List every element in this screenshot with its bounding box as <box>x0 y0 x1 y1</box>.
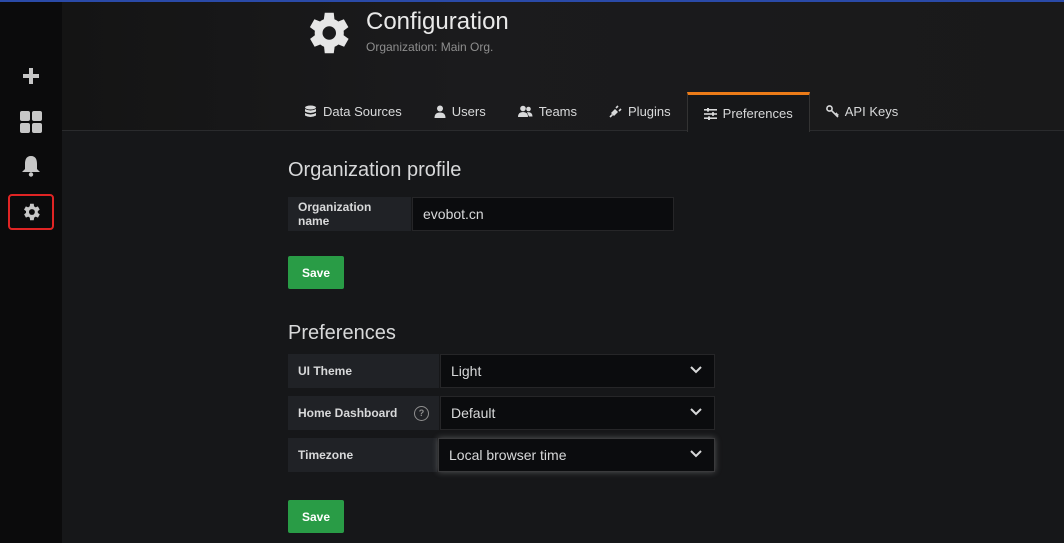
gear-icon <box>24 203 40 221</box>
home-dashboard-label-cell: Home Dashboard ? <box>288 396 440 430</box>
page-header: Configuration Organization: Main Org. Da… <box>62 2 1064 132</box>
tab-preferences[interactable]: Preferences <box>686 92 810 132</box>
home-dashboard-select[interactable]: Default <box>440 396 715 430</box>
plus-icon <box>23 68 39 84</box>
configuration-button[interactable] <box>8 194 54 230</box>
org-name-row: Organization name evobot.cn <box>288 197 674 231</box>
timezone-select[interactable]: Local browser time <box>438 438 715 472</box>
user-icon <box>434 105 446 118</box>
tab-plugins[interactable]: Plugins <box>593 91 687 131</box>
create-button[interactable] <box>8 58 54 94</box>
preferences-save-button[interactable]: Save <box>288 500 344 533</box>
chevron-down-icon <box>690 450 702 458</box>
tab-api-keys[interactable]: API Keys <box>810 91 914 131</box>
configuration-gear-icon <box>300 6 354 65</box>
tab-label: API Keys <box>844 103 899 119</box>
chevron-down-icon <box>690 408 702 416</box>
alerting-button[interactable] <box>8 148 54 184</box>
bell-icon <box>22 156 40 177</box>
plug-icon <box>609 104 622 118</box>
chevron-down-icon <box>690 366 702 374</box>
home-dashboard-value: Default <box>451 405 496 421</box>
preferences-heading: Preferences <box>288 322 396 344</box>
org-name-label: Organization name <box>288 197 412 231</box>
dashboards-button[interactable] <box>8 104 54 140</box>
tab-teams[interactable]: Teams <box>502 91 593 131</box>
sliders-icon <box>703 107 717 120</box>
tab-label: Preferences <box>722 106 793 121</box>
tab-data-sources[interactable]: Data Sources <box>288 91 418 131</box>
dashboards-icon <box>20 111 42 133</box>
tab-label: Data Sources <box>323 103 402 119</box>
database-icon <box>305 105 316 117</box>
org-name-input[interactable]: evobot.cn <box>412 197 674 231</box>
org-profile-heading: Organization profile <box>288 159 462 181</box>
page-title: Configuration <box>366 8 509 35</box>
timezone-value: Local browser time <box>449 447 567 463</box>
home-dashboard-label: Home Dashboard <box>298 406 398 420</box>
tab-users[interactable]: Users <box>418 91 502 131</box>
key-icon <box>825 104 839 118</box>
ui-theme-row: UI Theme Light <box>288 354 715 388</box>
ui-theme-select[interactable]: Light <box>440 354 715 388</box>
timezone-row: Timezone Local browser time <box>288 438 715 472</box>
org-save-button[interactable]: Save <box>288 256 344 289</box>
home-dashboard-row: Home Dashboard ? Default <box>288 396 715 430</box>
help-icon[interactable]: ? <box>414 405 429 421</box>
timezone-label: Timezone <box>288 438 438 472</box>
tab-label: Plugins <box>628 103 671 119</box>
users-icon <box>517 105 533 117</box>
page-subtitle: Organization: Main Org. <box>366 40 494 54</box>
ui-theme-label: UI Theme <box>288 354 440 388</box>
sidebar <box>0 2 62 543</box>
tab-label: Teams <box>538 103 578 119</box>
tab-label: Users <box>451 103 486 119</box>
tab-bar: Data Sources Users Teams Plugins Prefere… <box>288 91 914 132</box>
ui-theme-value: Light <box>451 363 482 379</box>
